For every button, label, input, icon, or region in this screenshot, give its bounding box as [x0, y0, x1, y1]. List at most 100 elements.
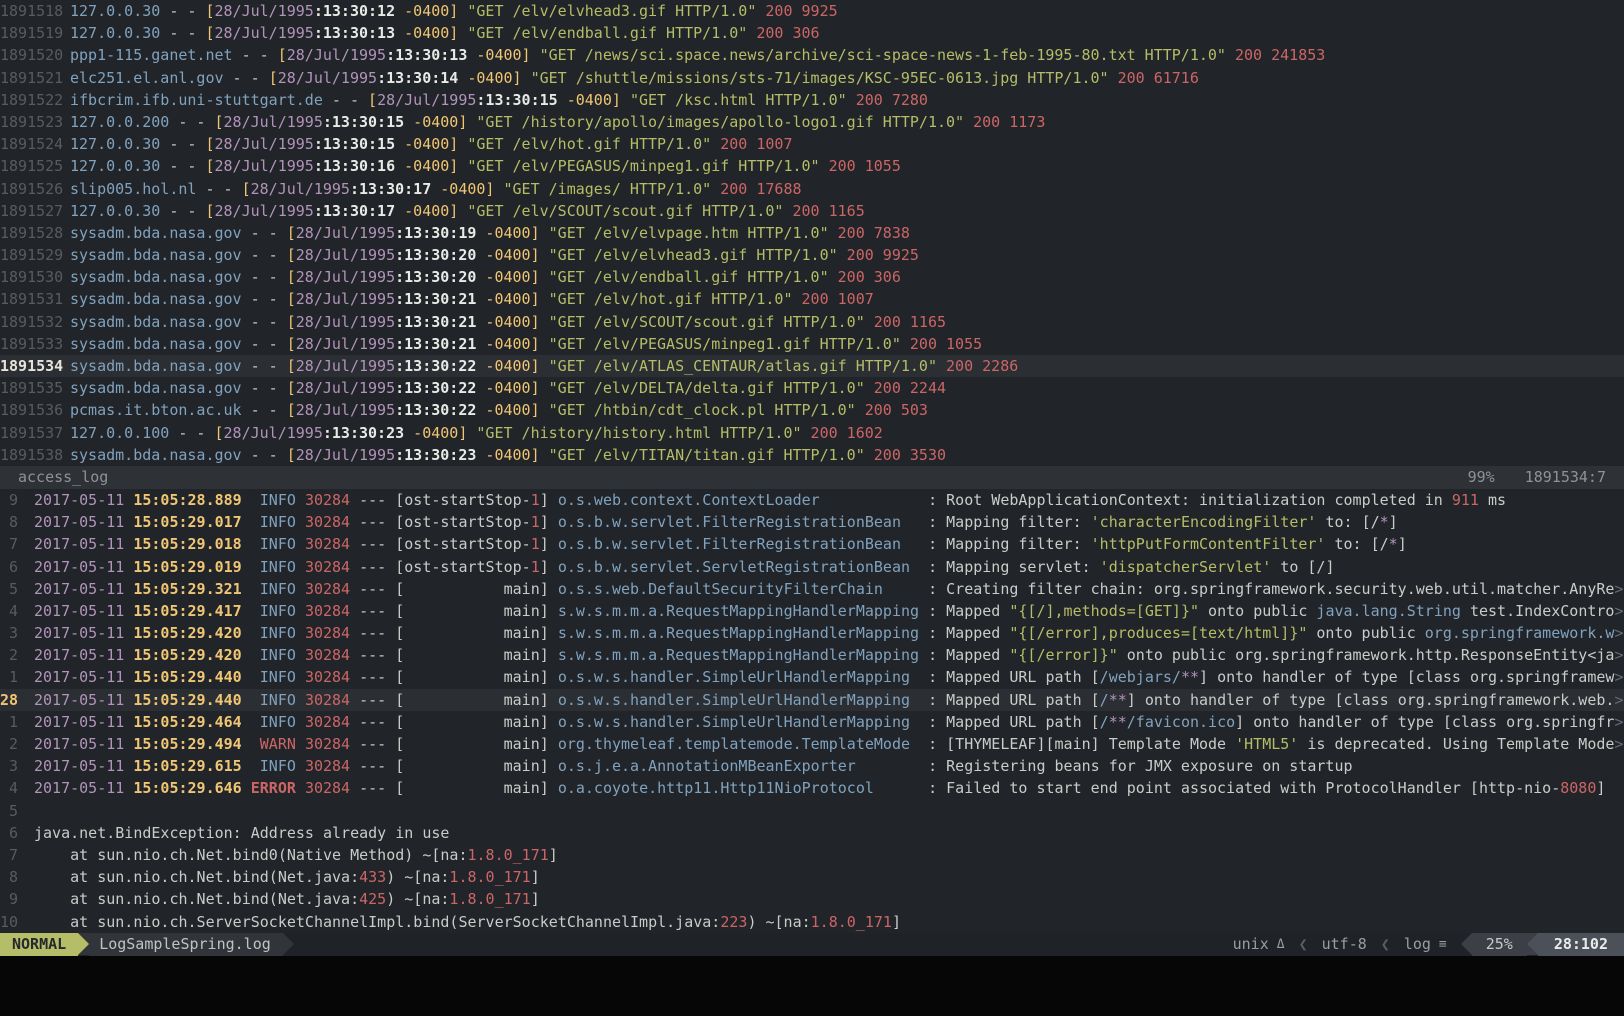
log-line-text: 2017-05-11 15:05:29.420 INFO 30284 --- [… — [34, 622, 1623, 644]
log-line[interactable]: 92017-05-11 15:05:28.889 INFO 30284 --- … — [0, 489, 1624, 511]
log-line[interactable]: 12017-05-11 15:05:29.440 INFO 30284 --- … — [0, 666, 1624, 688]
line-number: 1891530 — [0, 266, 62, 288]
log-line[interactable]: 9 at sun.nio.ch.Net.bind(Net.java:425) ~… — [0, 888, 1624, 910]
log-line-text: 2017-05-11 15:05:29.417 INFO 30284 --- [… — [34, 600, 1623, 622]
line-number: 9 — [0, 888, 18, 910]
line-number: 4 — [0, 777, 18, 799]
log-line[interactable]: 62017-05-11 15:05:29.019 INFO 30284 --- … — [0, 556, 1624, 578]
line-number: 1891532 — [0, 311, 62, 333]
line-number: 7 — [0, 533, 18, 555]
log-line[interactable]: 1891521elc251.el.anl.gov - - [28/Jul/199… — [0, 67, 1624, 89]
cursor-position: 1891534:7 — [1525, 466, 1606, 489]
log-line-text: 2017-05-11 15:05:29.494 WARN 30284 --- [… — [34, 733, 1623, 755]
log-line[interactable]: 1891532sysadm.bda.nasa.gov - - [28/Jul/1… — [0, 311, 1624, 333]
access-log-filename: access_log — [18, 466, 108, 489]
line-number: 1891525 — [0, 155, 62, 177]
line-number: 1891524 — [0, 133, 62, 155]
log-line[interactable]: 1891523 127.0.0.200 - - [28/Jul/1995:13:3… — [0, 111, 1624, 133]
log-line-text: 2017-05-11 15:05:29.420 INFO 30284 --- [… — [34, 644, 1623, 666]
line-number: 1891527 — [0, 200, 62, 222]
log-line[interactable]: 1891524 127.0.0.30 - - [28/Jul/1995:13:30… — [0, 133, 1624, 155]
log-line[interactable]: 1891534sysadm.bda.nasa.gov - - [28/Jul/1… — [0, 355, 1624, 377]
log-line-text: 2017-05-11 15:05:29.321 INFO 30284 --- [… — [34, 578, 1623, 600]
line-number: 8 — [0, 866, 18, 888]
log-line[interactable]: 32017-05-11 15:05:29.420 INFO 30284 --- … — [0, 622, 1624, 644]
line-number: 10 — [0, 911, 18, 933]
log-line[interactable]: 5 2017-05-11 15:05:29.321 INFO 30284 --- … — [0, 578, 1624, 600]
log-line[interactable]: 82017-05-11 15:05:29.017 INFO 30284 --- … — [0, 511, 1624, 533]
log-line[interactable]: 1891538sysadm.bda.nasa.gov - - [28/Jul/1… — [0, 444, 1624, 466]
active-statusline[interactable]: NORMAL LogSampleSpring.log unix Δ ❮ utf-… — [0, 933, 1624, 956]
log-line[interactable]: 6java.net.BindException: Address already… — [0, 822, 1624, 844]
log-line[interactable]: 10 at sun.nio.ch.ServerSocketChannelImpl… — [0, 911, 1624, 933]
log-line[interactable]: 1891537127.0.0.100 - - [28/Jul/1995:13:3… — [0, 422, 1624, 444]
chevron-left-icon: ❮ — [1381, 933, 1390, 956]
scroll-percent-badge: 25% — [1472, 933, 1527, 956]
log-line-text: 127.0.0.200 - - [28/Jul/1995:13:30:15 -0… — [70, 111, 1045, 133]
log-line[interactable]: 1891529sysadm.bda.nasa.gov - - [28/Jul/1… — [0, 244, 1624, 266]
log-line[interactable]: 1891525 127.0.0.30 - - [28/Jul/1995:13:30… — [0, 155, 1624, 177]
log-line[interactable]: 22017-05-11 15:05:29.494 WARN 30284 --- … — [0, 733, 1624, 755]
log-line-text: 127.0.0.30 - - [28/Jul/1995:13:30:15 -04… — [70, 133, 793, 155]
log-line[interactable]: 1891527127.0.0.30 - - [28/Jul/1995:13:30… — [0, 200, 1624, 222]
line-number: 1 — [0, 711, 18, 733]
statusline-right: unix Δ ❮ utf-8 ❮ log ≡ 25% 28:102 — [1219, 933, 1624, 956]
scroll-percent: 99% — [1468, 466, 1495, 489]
line-number: 1891518 — [0, 0, 62, 22]
log-line[interactable]: 1891531sysadm.bda.nasa.gov - - [28/Jul/1… — [0, 288, 1624, 310]
filetype-label: log — [1404, 935, 1431, 953]
log-line[interactable]: 8 at sun.nio.ch.Net.bind(Net.java:433) ~… — [0, 866, 1624, 888]
powerline-arrow-icon — [1461, 933, 1472, 955]
line-number: 1891523 — [0, 111, 62, 133]
log-line[interactable]: 1891519127.0.0.30 - - [28/Jul/1995:13:30… — [0, 22, 1624, 44]
log-line[interactable]: 1891528sysadm.bda.nasa.gov - - [28/Jul/1… — [0, 222, 1624, 244]
log-line[interactable]: 7 at sun.nio.ch.Net.bind0(Native Method)… — [0, 844, 1624, 866]
fileformat-indicator: unix Δ — [1219, 933, 1299, 956]
log-line[interactable]: 1891536pcmas.it.bton.ac.uk - - [28/Jul/1… — [0, 399, 1624, 421]
log-line[interactable]: 1891518 127.0.0.30 - - [28/Jul/1995:13:30… — [0, 0, 1624, 22]
spring-log-window[interactable]: 9 2017-05-11 15:05:28.889 INFO 30284 --- … — [0, 489, 1624, 933]
log-line-text: at sun.nio.ch.Net.bind(Net.java:425) ~[n… — [34, 888, 540, 910]
log-line-text: sysadm.bda.nasa.gov - - [28/Jul/1995:13:… — [70, 222, 910, 244]
log-line-text: sysadm.bda.nasa.gov - - [28/Jul/1995:13:… — [70, 377, 946, 399]
log-line[interactable]: 4 2017-05-11 15:05:29.417 INFO 30284 --- … — [0, 600, 1624, 622]
editor-screen: 1891518 127.0.0.30 - - [28/Jul/1995:13:30… — [0, 0, 1624, 1016]
log-line-text: at sun.nio.ch.Net.bind(Net.java:433) ~[n… — [34, 866, 540, 888]
log-line[interactable]: 22017-05-11 15:05:29.420 INFO 30284 --- … — [0, 644, 1624, 666]
line-number: 1891529 — [0, 244, 62, 266]
log-line-text: 2017-05-11 15:05:29.615 INFO 30284 --- [… — [34, 755, 1353, 777]
log-line[interactable]: 1891530sysadm.bda.nasa.gov - - [28/Jul/1… — [0, 266, 1624, 288]
log-line-text: 127.0.0.30 - - [28/Jul/1995:13:30:16 -04… — [70, 155, 901, 177]
line-number: 1891534 — [0, 355, 62, 377]
line-number: 5 — [0, 578, 18, 600]
current-filename: LogSampleSpring.log — [89, 933, 283, 956]
log-line[interactable]: 1891533sysadm.bda.nasa.gov - - [28/Jul/1… — [0, 333, 1624, 355]
log-line[interactable]: 32017-05-11 15:05:29.615 INFO 30284 --- … — [0, 755, 1624, 777]
line-number: 1891526 — [0, 178, 62, 200]
line-number: 5 — [0, 800, 18, 822]
access-log-statusline[interactable]: access_log 99% 1891534:7 — [0, 466, 1624, 489]
terminal-padding — [0, 956, 1624, 1016]
log-line[interactable]: 1891535sysadm.bda.nasa.gov - - [28/Jul/1… — [0, 377, 1624, 399]
log-line-text: elc251.el.anl.gov - - [28/Jul/1995:13:30… — [70, 67, 1199, 89]
log-line[interactable]: 12017-05-11 15:05:29.464 INFO 30284 --- … — [0, 711, 1624, 733]
line-number: 28 — [0, 689, 18, 711]
log-line-text: at sun.nio.ch.ServerSocketChannelImpl.bi… — [34, 911, 901, 933]
log-line-text: 127.0.0.30 - - [28/Jul/1995:13:30:12 -04… — [70, 0, 838, 22]
log-line-text: 2017-05-11 15:05:28.889 INFO 30284 --- [… — [34, 489, 1506, 511]
line-number: 1891520 — [0, 44, 62, 66]
log-line[interactable]: 1891520ppp1-115.ganet.net - - [28/Jul/19… — [0, 44, 1624, 66]
encoding-indicator: utf-8 — [1308, 933, 1381, 956]
access-log-window[interactable]: 1891518 127.0.0.30 - - [28/Jul/1995:13:30… — [0, 0, 1624, 466]
log-line[interactable]: 1891526slip005.hol.nl - - [28/Jul/1995:1… — [0, 178, 1624, 200]
line-number: 4 — [0, 600, 18, 622]
fileformat-icon: Δ — [1277, 937, 1285, 952]
log-line-text: sysadm.bda.nasa.gov - - [28/Jul/1995:13:… — [70, 333, 982, 355]
log-line[interactable]: 1891522ifbcrim.ifb.uni-stuttgart.de - - … — [0, 89, 1624, 111]
log-line[interactable]: 42017-05-11 15:05:29.646 ERROR 30284 ---… — [0, 777, 1624, 799]
log-line[interactable]: 5 — [0, 800, 1624, 822]
log-line[interactable]: 282017-05-11 15:05:29.440 INFO 30284 ---… — [0, 689, 1624, 711]
log-line[interactable]: 72017-05-11 15:05:29.018 INFO 30284 --- … — [0, 533, 1624, 555]
fileformat-label: unix — [1233, 935, 1269, 953]
log-line-text: at sun.nio.ch.Net.bind0(Native Method) ~… — [34, 844, 558, 866]
